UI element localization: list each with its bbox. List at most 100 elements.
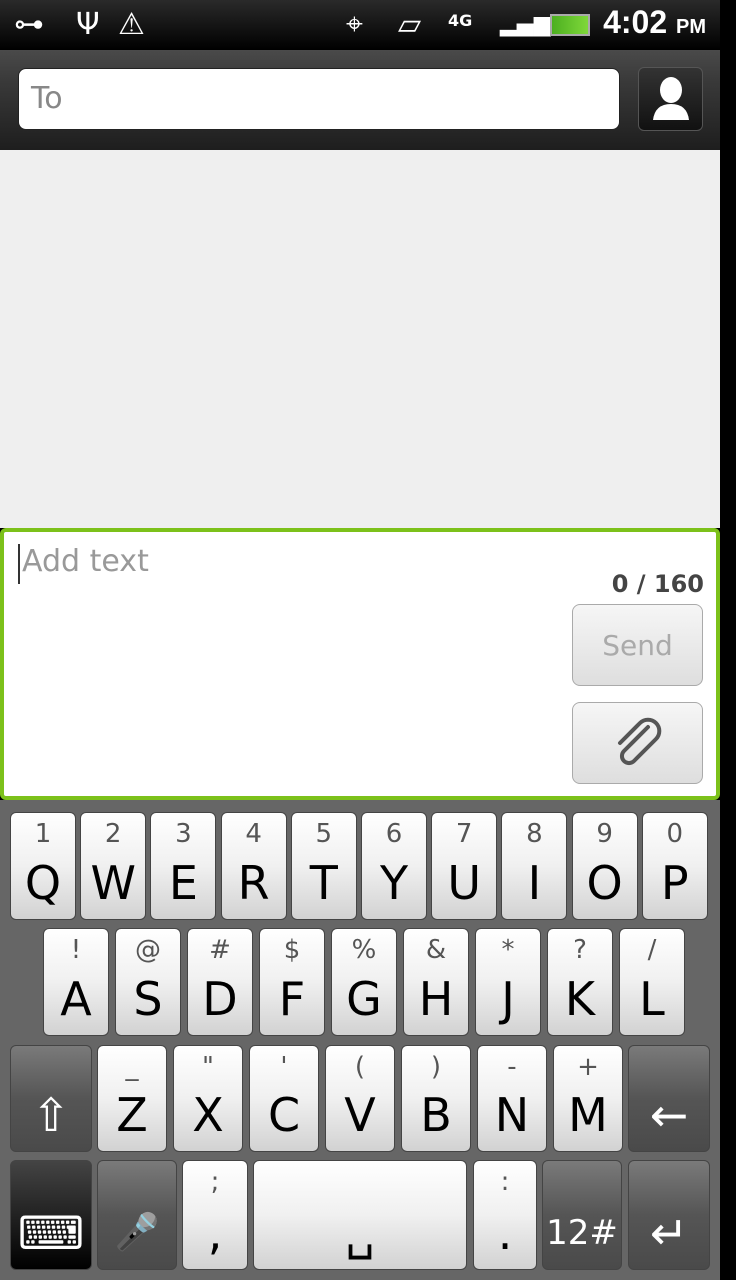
- key-secondary-label: ;: [210, 1167, 220, 1197]
- key-secondary-label: *: [501, 935, 515, 965]
- shift-icon: ⇧: [31, 1088, 71, 1142]
- keyboard: 1 Q 2 W 3 E 4 R 5 T 6 Y 7 U 8 I 9 O 0 P! A @ S # D $ F% G & H * J? K / L ⇧ _…: [0, 800, 720, 1280]
- key-label: M: [568, 1088, 608, 1142]
- key-m[interactable]: + M: [553, 1045, 623, 1152]
- key-q[interactable]: 1Q: [10, 812, 76, 920]
- 4g-lte-icon: 4G: [448, 11, 473, 30]
- key-label: L: [639, 972, 665, 1026]
- key-u[interactable]: 7U: [431, 812, 498, 920]
- gps-icon: ⌖: [346, 7, 363, 42]
- key-label: Y: [379, 856, 409, 910]
- shift-key[interactable]: ⇧: [10, 1045, 92, 1152]
- enter-key[interactable]: ↵: [628, 1160, 710, 1270]
- attach-button[interactable]: [572, 702, 703, 784]
- key-secondary-label: @: [135, 935, 161, 965]
- key-label: S: [133, 972, 163, 1026]
- key-label: J: [501, 972, 515, 1026]
- key-secondary-label: 2: [104, 819, 122, 849]
- key-label: K: [564, 972, 596, 1026]
- conversation-area: [0, 150, 720, 528]
- key-secondary-label: 8: [526, 819, 543, 849]
- enter-icon: ↵: [649, 1206, 689, 1260]
- voice-input-key[interactable]: 🎤: [97, 1160, 177, 1270]
- key-label: D: [202, 972, 238, 1026]
- warning-icon: ⚠: [118, 7, 145, 42]
- key-i[interactable]: 8I: [501, 812, 568, 920]
- space-icon: ␣: [345, 1206, 375, 1260]
- key-t[interactable]: 5T: [290, 812, 357, 920]
- backspace-key[interactable]: ←: [628, 1045, 710, 1152]
- key-label: .: [497, 1206, 513, 1260]
- key-r[interactable]: 4R: [220, 812, 287, 920]
- key-l[interactable]: / L: [619, 928, 685, 1036]
- key-secondary-label: _: [125, 1052, 139, 1082]
- key-label: O: [586, 856, 623, 910]
- key-period[interactable]: :.: [473, 1160, 537, 1270]
- key-secondary-label: 9: [596, 819, 613, 849]
- key-secondary-label: ": [202, 1052, 214, 1082]
- key-z[interactable]: _ Z: [97, 1045, 167, 1152]
- link-icon: ⊶: [14, 7, 44, 42]
- space-key[interactable]: ␣: [253, 1160, 467, 1270]
- key-label: Z: [116, 1088, 148, 1142]
- key-label: Q: [24, 856, 62, 910]
- key-label: I: [527, 856, 542, 910]
- key-k[interactable]: ? K: [547, 928, 613, 1036]
- send-button[interactable]: Send: [572, 604, 703, 686]
- key-g[interactable]: % G: [331, 928, 397, 1036]
- key-a[interactable]: ! A: [43, 928, 109, 1036]
- microphone-icon: 🎤: [114, 1212, 160, 1253]
- key-o[interactable]: 9O: [571, 812, 638, 920]
- key-secondary-label: ): [430, 1052, 442, 1082]
- key-d[interactable]: # D: [187, 928, 253, 1036]
- key-w[interactable]: 2W: [80, 812, 147, 920]
- key-label: G: [346, 972, 382, 1026]
- key-label: N: [494, 1088, 530, 1142]
- hide-keyboard-key[interactable]: ⌨: [10, 1160, 92, 1270]
- key-secondary-label: (: [354, 1052, 366, 1082]
- key-j[interactable]: * J: [475, 928, 541, 1036]
- key-secondary-label: 6: [385, 819, 403, 849]
- key-secondary-label: ': [280, 1052, 288, 1082]
- key-label: A: [60, 972, 92, 1026]
- battery-charging-icon: [550, 14, 590, 36]
- contact-picker-button[interactable]: [638, 67, 703, 131]
- key-s[interactable]: @ S: [115, 928, 181, 1036]
- key-secondary-label: ?: [573, 935, 587, 965]
- usb-icon: Ψ: [76, 7, 100, 42]
- key-c[interactable]: ' C: [249, 1045, 319, 1152]
- person-icon: [653, 77, 689, 120]
- key-secondary-label: :: [500, 1167, 510, 1197]
- key-comma[interactable]: ;,: [182, 1160, 248, 1270]
- key-b[interactable]: ) B: [401, 1045, 471, 1152]
- key-label: F: [278, 972, 306, 1026]
- key-label: ,: [207, 1206, 223, 1260]
- key-secondary-label: 1: [34, 819, 52, 849]
- key-secondary-label: 5: [315, 819, 333, 849]
- key-label: T: [309, 856, 338, 910]
- key-secondary-label: %: [351, 935, 377, 965]
- symbols-key[interactable]: 12#: [542, 1160, 622, 1270]
- clock: 4:02 PM: [603, 4, 706, 40]
- key-label: X: [192, 1088, 224, 1142]
- key-x[interactable]: " X: [173, 1045, 243, 1152]
- key-secondary-label: /: [647, 935, 657, 965]
- key-v[interactable]: (V: [325, 1045, 395, 1152]
- key-h[interactable]: & H: [403, 928, 469, 1036]
- key-f[interactable]: $ F: [259, 928, 325, 1036]
- key-p[interactable]: 0P: [641, 812, 708, 920]
- key-label: U: [447, 856, 482, 910]
- keyboard-hide-icon: ⌨: [17, 1206, 85, 1260]
- to-field[interactable]: To: [18, 68, 620, 130]
- key-secondary-label: #: [209, 935, 231, 965]
- key-e[interactable]: 3E: [150, 812, 217, 920]
- key-label: E: [168, 856, 198, 910]
- status-bar: ⊶ Ψ ⚠ ⌖ ▱ 4G ▂▄▆ 4:02 PM: [0, 0, 720, 50]
- key-secondary-label: +: [577, 1052, 599, 1082]
- key-secondary-label: -: [507, 1052, 517, 1082]
- message-input[interactable]: Add text: [18, 544, 149, 584]
- key-y[interactable]: 6Y: [361, 812, 427, 920]
- key-n[interactable]: -N: [477, 1045, 547, 1152]
- key-secondary-label: &: [425, 935, 447, 965]
- key-label: B: [420, 1088, 452, 1142]
